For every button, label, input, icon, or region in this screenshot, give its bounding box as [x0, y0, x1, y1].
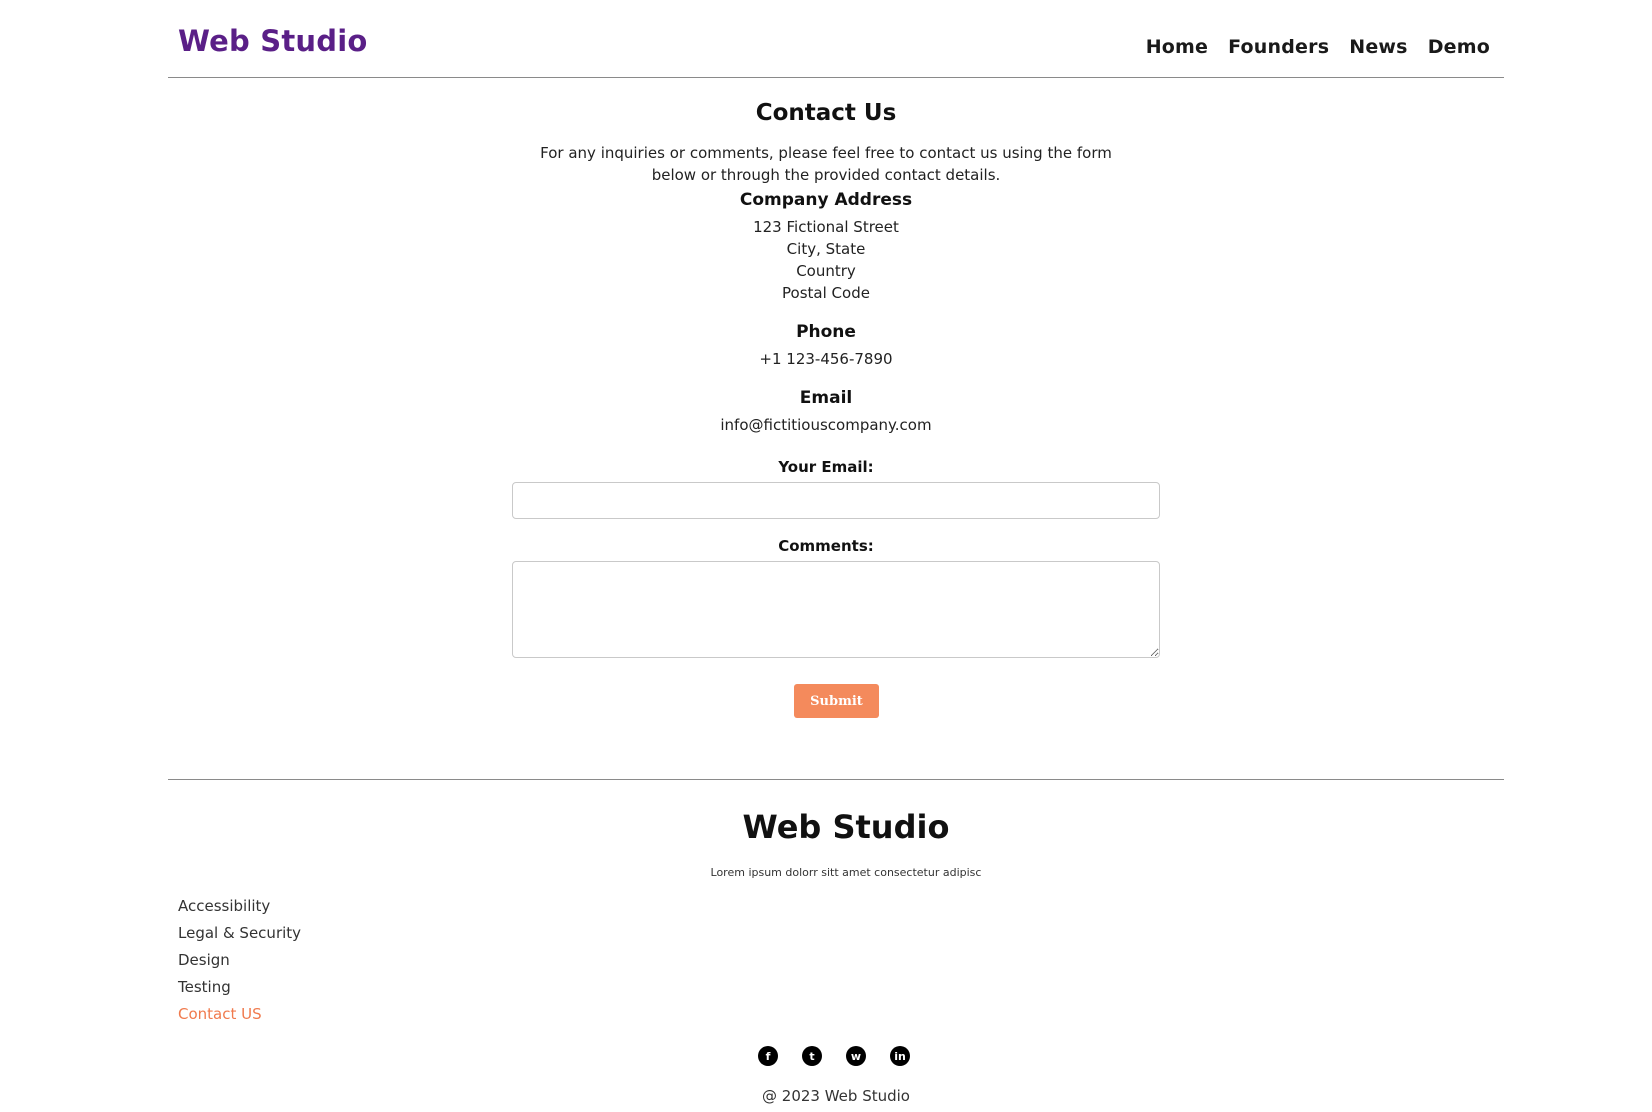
- address-heading: Company Address: [739, 190, 913, 210]
- nav-demo[interactable]: Demo: [1428, 36, 1490, 58]
- email-field-label: Your Email:: [778, 458, 874, 476]
- linkedin-icon[interactable]: in: [890, 1046, 910, 1066]
- site-footer: Web Studio Lorem ipsum dolorr sitt amet …: [168, 779, 1504, 1112]
- copyright: @ 2023 Web Studio: [762, 1087, 910, 1105]
- email-heading: Email: [799, 388, 853, 408]
- address-line-4: Postal Code: [782, 284, 870, 302]
- footer-links: Accessibility Legal & Security Design Te…: [178, 893, 301, 1028]
- phone-heading: Phone: [796, 322, 856, 342]
- site-header: Web Studio Home Founders News Demo: [168, 0, 1504, 78]
- main-nav: Home Founders News Demo: [1146, 36, 1490, 58]
- comments-field[interactable]: [512, 561, 1160, 658]
- footer-link-contact-us[interactable]: Contact US: [178, 1005, 262, 1023]
- twitter-icon[interactable]: t: [802, 1046, 822, 1066]
- nav-home[interactable]: Home: [1146, 36, 1208, 58]
- phone-value: +1 123-456-7890: [759, 350, 893, 368]
- address-line-1: 123 Fictional Street: [753, 218, 899, 236]
- submit-button[interactable]: Submit: [794, 684, 879, 718]
- footer-link-legal-security[interactable]: Legal & Security: [178, 924, 301, 942]
- footer-link-item: Design: [178, 947, 301, 974]
- email-value: info@fictitiouscompany.com: [720, 416, 932, 434]
- footer-link-item: Testing: [178, 974, 301, 1001]
- footer-tagline: Lorem ipsum dolorr sitt amet consectetur…: [710, 866, 982, 879]
- social-links: f t w in: [758, 1046, 910, 1066]
- footer-link-testing[interactable]: Testing: [178, 978, 231, 996]
- footer-link-design[interactable]: Design: [178, 951, 230, 969]
- nav-news[interactable]: News: [1349, 36, 1407, 58]
- address-line-3: Country: [796, 262, 856, 280]
- whatsapp-icon[interactable]: w: [846, 1046, 866, 1066]
- footer-link-item: Legal & Security: [178, 920, 301, 947]
- nav-founders[interactable]: Founders: [1228, 36, 1329, 58]
- email-field[interactable]: [512, 482, 1160, 519]
- footer-link-accessibility[interactable]: Accessibility: [178, 897, 270, 915]
- brand-logo[interactable]: Web Studio: [178, 24, 368, 58]
- footer-link-item: Accessibility: [178, 893, 301, 920]
- comments-field-label: Comments:: [778, 537, 874, 555]
- page-title: Contact Us: [755, 100, 897, 126]
- footer-link-item: Contact US: [178, 1001, 301, 1028]
- address-line-2: City, State: [786, 240, 866, 258]
- intro-text: For any inquiries or comments, please fe…: [540, 144, 1112, 184]
- facebook-icon[interactable]: f: [758, 1046, 778, 1066]
- footer-brand: Web Studio: [742, 808, 950, 846]
